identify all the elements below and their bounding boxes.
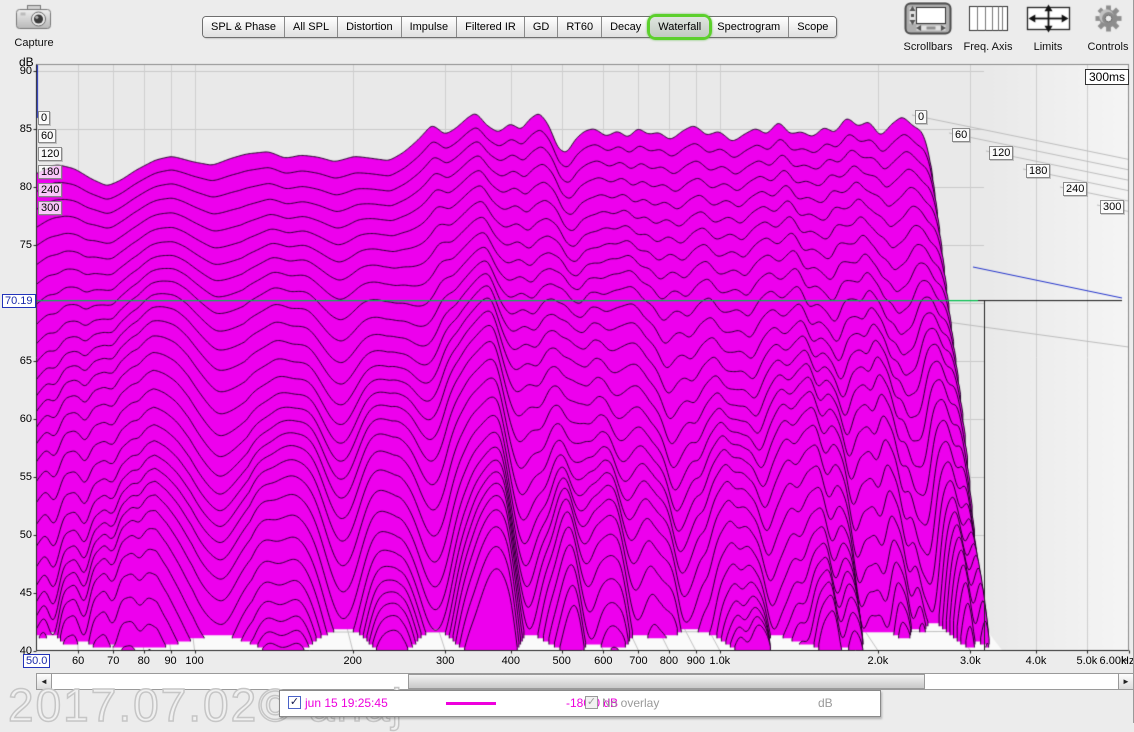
- measurement-checkbox[interactable]: ✓: [288, 696, 301, 709]
- scroll-right-button[interactable]: ►: [1118, 674, 1133, 689]
- tab-waterfall[interactable]: Waterfall: [650, 17, 709, 37]
- scrollbar-thumb[interactable]: [408, 674, 925, 689]
- x-cursor-readout: 50.0: [23, 654, 50, 668]
- x-tick-200: 200: [335, 655, 371, 667]
- tab-rt60[interactable]: RT60: [558, 17, 602, 37]
- tab-filtered-ir[interactable]: Filtered IR: [457, 17, 525, 37]
- time-label-left-240: 240: [38, 183, 62, 197]
- measurement-legend-bar: ✓ jun 15 19:25:45 -180.0 dB ✓ No overlay…: [279, 690, 881, 717]
- time-label-right-240: 240: [1063, 182, 1087, 196]
- time-label-left-0: 0: [38, 111, 50, 125]
- no-overlay-checkbox[interactable]: ✓: [585, 696, 598, 709]
- freq-axis-icon: [962, 2, 1014, 36]
- y-tick-85: 85: [0, 123, 32, 135]
- time-label-left-300: 300: [38, 201, 62, 215]
- x-tick-3.0k: 3.0k: [952, 655, 988, 667]
- limits-icon: [1022, 2, 1074, 36]
- time-label-right-180: 180: [1026, 164, 1050, 178]
- waterfall-plot[interactable]: [0, 0, 1134, 723]
- y-tick-55: 55: [0, 471, 32, 483]
- x-tick-600: 600: [585, 655, 621, 667]
- no-overlay-label: No overlay: [602, 696, 659, 710]
- time-label-left-180: 180: [38, 165, 62, 179]
- y-tick-90: 90: [0, 65, 32, 77]
- time-label-left-120: 120: [38, 147, 62, 161]
- trace-color-swatch: [446, 702, 496, 705]
- tool-label-limits: Limits: [1022, 41, 1074, 53]
- capture-button[interactable]: Capture: [8, 3, 60, 49]
- graph-tab-bar: SPL & PhaseAll SPLDistortionImpulseFilte…: [202, 16, 837, 38]
- active-tab-highlight-ring: Waterfall: [647, 14, 712, 40]
- x-tick-500: 500: [544, 655, 580, 667]
- tab-gd[interactable]: GD: [525, 17, 559, 37]
- y-cursor-readout: 70.19: [2, 294, 36, 308]
- tool-scrollbars[interactable]: Scrollbars: [902, 2, 954, 53]
- toolbar: Capture SPL & PhaseAll SPLDistortionImpu…: [0, 0, 1134, 55]
- toolbar-tools: Scrollbars Freq. Axis Limits Controls: [902, 2, 1134, 53]
- tool-label-scrollbars: Scrollbars: [902, 41, 954, 53]
- tool-label-controls: Controls: [1082, 41, 1134, 53]
- y-tick-60: 60: [0, 413, 32, 425]
- scroll-left-button[interactable]: ◄: [37, 674, 52, 689]
- time-label-right-0: 0: [915, 110, 927, 124]
- capture-label: Capture: [8, 37, 60, 49]
- y-tick-80: 80: [0, 181, 32, 193]
- x-tick-2.0k: 2.0k: [860, 655, 896, 667]
- time-label-right-120: 120: [989, 146, 1013, 160]
- tool-controls[interactable]: Controls: [1082, 2, 1134, 53]
- x-tick-300: 300: [427, 655, 463, 667]
- x-tick-4.0k: 4.0k: [1018, 655, 1054, 667]
- camera-icon: [14, 3, 54, 31]
- y-tick-65: 65: [0, 355, 32, 367]
- tab-impulse[interactable]: Impulse: [402, 17, 458, 37]
- tab-scope[interactable]: Scope: [789, 17, 836, 37]
- scrollbars-icon: [902, 2, 954, 36]
- tab-decay[interactable]: Decay: [602, 17, 650, 37]
- horizontal-scrollbar[interactable]: ◄ ►: [36, 673, 1134, 690]
- x-tick-1.0k: 1.0k: [702, 655, 738, 667]
- time-label-right-60: 60: [952, 128, 970, 142]
- tab-all-spl[interactable]: All SPL: [285, 17, 338, 37]
- measurement-name[interactable]: jun 15 19:25:45: [305, 696, 388, 710]
- x-tick-400: 400: [493, 655, 529, 667]
- legend-unit-label: dB: [818, 696, 833, 710]
- tab-spectrogram[interactable]: Spectrogram: [709, 17, 789, 37]
- rew-waterfall-window: { "toolbar": { "capture": { "label": "Ca…: [0, 0, 1134, 723]
- time-label-left-60: 60: [38, 129, 56, 143]
- y-tick-75: 75: [0, 239, 32, 251]
- tool-freq-axis[interactable]: Freq. Axis: [962, 2, 1014, 53]
- x-tick-100: 100: [177, 655, 213, 667]
- time-label-right-300: 300: [1100, 200, 1124, 214]
- y-tick-45: 45: [0, 587, 32, 599]
- tab-spl-phase[interactable]: SPL & Phase: [203, 17, 285, 37]
- gear-icon: [1082, 2, 1134, 36]
- tool-label-freq-axis: Freq. Axis: [962, 41, 1014, 53]
- x-tick-60: 60: [60, 655, 96, 667]
- tab-distortion[interactable]: Distortion: [338, 17, 401, 37]
- time-window-label: 300ms: [1085, 69, 1129, 85]
- tool-limits[interactable]: Limits: [1022, 2, 1074, 53]
- y-tick-50: 50: [0, 529, 32, 541]
